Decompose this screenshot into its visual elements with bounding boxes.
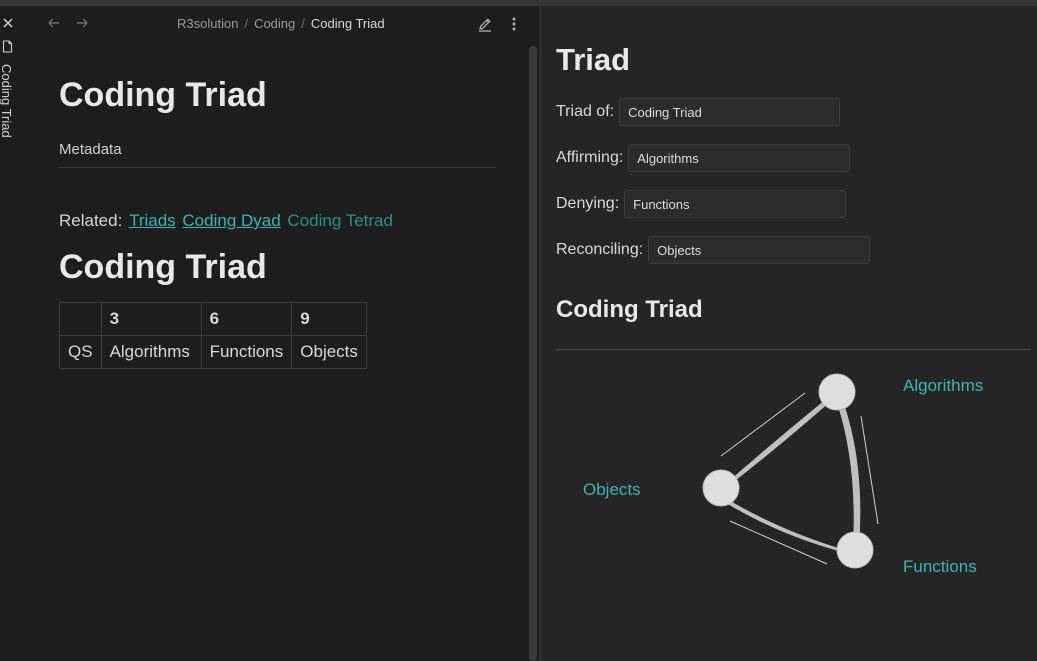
triad-panel: Triad Triad of: Affirming: Denying: Reco…	[541, 6, 1037, 661]
related-link-coding-dyad[interactable]: Coding Dyad	[182, 211, 280, 230]
reconciling-input[interactable]	[648, 236, 871, 264]
metadata-label[interactable]: Metadata	[59, 141, 122, 158]
field-triad-of: Triad of:	[556, 98, 841, 126]
table-header-cell	[59, 302, 102, 336]
breadcrumb: R3solution / Coding / Coding Triad	[177, 16, 385, 31]
field-label: Affirming:	[556, 149, 624, 166]
breadcrumb-separator: /	[244, 16, 249, 31]
edge-objects-algorithms	[721, 391, 838, 490]
label-objects[interactable]: Objects	[583, 480, 641, 499]
section-title: Coding Triad	[59, 248, 267, 286]
metadata-divider	[59, 167, 496, 168]
field-label: Reconciling:	[556, 241, 644, 258]
more-options-icon[interactable]	[507, 16, 521, 32]
related-links: Related: Triads Coding Dyad Coding Tetra…	[59, 211, 393, 231]
edge-algorithms-functions	[838, 404, 861, 547]
table-cell: QS	[59, 335, 102, 369]
field-reconciling: Reconciling:	[556, 236, 871, 264]
table-cell: Functions	[200, 335, 293, 369]
graph-divider	[556, 349, 1030, 350]
denying-input[interactable]	[624, 190, 847, 218]
panel-title: Triad	[556, 42, 631, 77]
scrollbar[interactable]	[529, 46, 537, 661]
node-objects[interactable]	[702, 469, 740, 507]
table-header-row: 3 6 9	[59, 302, 368, 336]
triad-of-input[interactable]	[619, 98, 841, 126]
related-link-triads[interactable]: Triads	[129, 211, 176, 230]
table-cell: Algorithms	[100, 335, 202, 369]
breadcrumb-root[interactable]: R3solution	[177, 16, 238, 31]
guide-line	[720, 392, 806, 457]
guide-line	[860, 415, 879, 525]
node-algorithms[interactable]	[818, 373, 856, 411]
label-functions[interactable]: Functions	[903, 557, 977, 576]
vertical-tab-strip: Coding Triad	[0, 6, 16, 661]
affirming-input[interactable]	[628, 144, 851, 172]
table-row: QS Algorithms Functions Objects	[59, 335, 368, 369]
triad-diagram: Algorithms Objects Functions	[583, 373, 983, 576]
editor-pane: R3solution / Coding / Coding Triad Coding Tr…	[17, 6, 539, 661]
file-icon	[2, 40, 13, 53]
table-header-cell: 3	[100, 302, 202, 336]
field-denying: Denying:	[556, 190, 847, 218]
view-header: R3solution / Coding / Coding Triad	[17, 6, 539, 42]
related-link-coding-tetrad[interactable]: Coding Tetrad	[287, 211, 393, 230]
triad-table: 3 6 9 QS Algorithms Functions Objects	[59, 302, 368, 369]
back-arrow-icon[interactable]	[47, 16, 61, 30]
edit-icon[interactable]	[477, 16, 493, 32]
table-cell: Objects	[291, 335, 368, 369]
related-label: Related:	[59, 211, 123, 230]
breadcrumb-folder[interactable]: Coding	[254, 16, 295, 31]
breadcrumb-separator: /	[301, 16, 305, 31]
field-label: Denying:	[556, 195, 620, 212]
edge-objects-functions	[726, 499, 846, 553]
breadcrumb-current[interactable]: Coding Triad	[311, 16, 385, 31]
table-header-cell: 6	[200, 302, 293, 336]
close-icon[interactable]	[1, 16, 15, 30]
field-affirming: Affirming:	[556, 144, 851, 172]
table-header-cell: 9	[291, 302, 368, 336]
vertical-tab-label[interactable]: Coding Triad	[0, 64, 14, 138]
forward-arrow-icon[interactable]	[75, 16, 89, 30]
graph-title: Coding Triad	[556, 296, 703, 323]
label-algorithms[interactable]: Algorithms	[903, 376, 983, 395]
note-title: Coding Triad	[59, 76, 267, 114]
node-functions[interactable]	[836, 531, 874, 569]
field-label: Triad of:	[556, 103, 615, 120]
